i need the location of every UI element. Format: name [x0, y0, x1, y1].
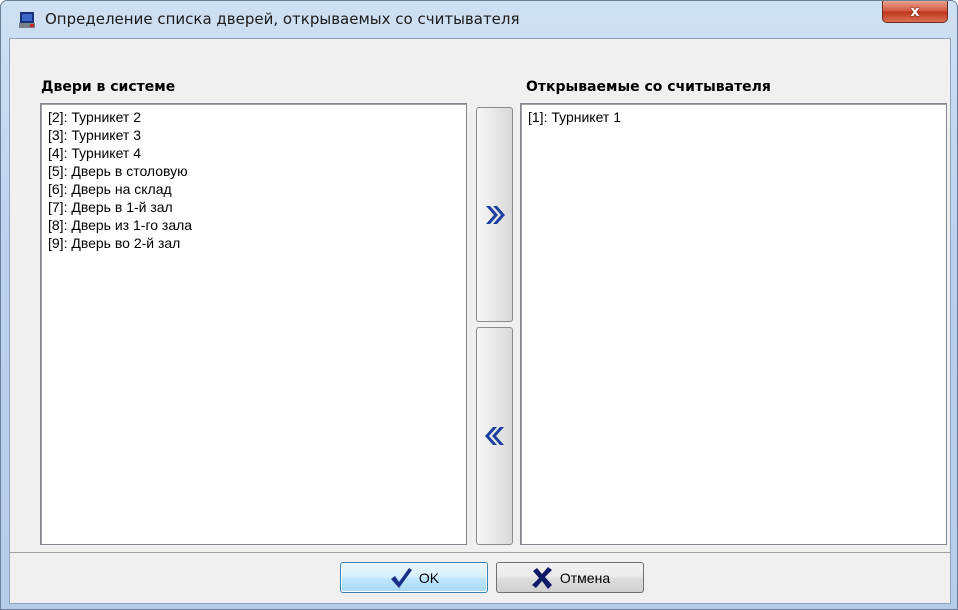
- list-item[interactable]: [9]: Дверь во 2-й зал: [48, 234, 466, 252]
- list-item[interactable]: [8]: Дверь из 1-го зала: [48, 216, 466, 234]
- dialog-window: Определение списка дверей, открываемых с…: [0, 0, 958, 610]
- checkmark-icon: [390, 567, 412, 588]
- title-bar[interactable]: Определение списка дверей, открываемых с…: [1, 1, 957, 39]
- button-bar: OK Отмена: [10, 552, 950, 603]
- list-item[interactable]: [3]: Турникет 3: [48, 126, 466, 144]
- cross-icon: [531, 566, 552, 589]
- close-button[interactable]: x: [882, 1, 948, 23]
- double-chevron-left-icon: [484, 427, 504, 445]
- list-item[interactable]: [2]: Турникет 2: [48, 108, 466, 126]
- door-reader-app-icon: [19, 12, 35, 28]
- ok-button[interactable]: OK: [340, 562, 488, 593]
- reader-doors-label: Открываемые со считывателя: [526, 79, 771, 95]
- add-door-button[interactable]: [476, 107, 513, 322]
- available-doors-label: Двери в системе: [41, 79, 176, 95]
- double-chevron-right-icon: [485, 205, 505, 224]
- available-doors-list[interactable]: [2]: Турникет 2 [3]: Турникет 3 [4]: Тур…: [40, 103, 467, 545]
- list-item[interactable]: [7]: Дверь в 1-й зал: [48, 198, 466, 216]
- remove-door-button[interactable]: [476, 327, 513, 545]
- dialog-client-area: Двери в системе Открываемые со считывате…: [9, 38, 951, 604]
- reader-doors-list[interactable]: [1]: Турникет 1: [520, 103, 947, 545]
- ok-button-label: OK: [418, 569, 440, 586]
- close-icon: x: [910, 3, 920, 20]
- window-title: Определение списка дверей, открываемых с…: [45, 10, 520, 28]
- cancel-button-label: Отмена: [559, 569, 611, 586]
- list-item[interactable]: [5]: Дверь в столовую: [48, 162, 466, 180]
- list-item[interactable]: [6]: Дверь на склад: [48, 180, 466, 198]
- list-item[interactable]: [1]: Турникет 1: [528, 108, 946, 126]
- list-item[interactable]: [4]: Турникет 4: [48, 144, 466, 162]
- cancel-button[interactable]: Отмена: [496, 562, 644, 593]
